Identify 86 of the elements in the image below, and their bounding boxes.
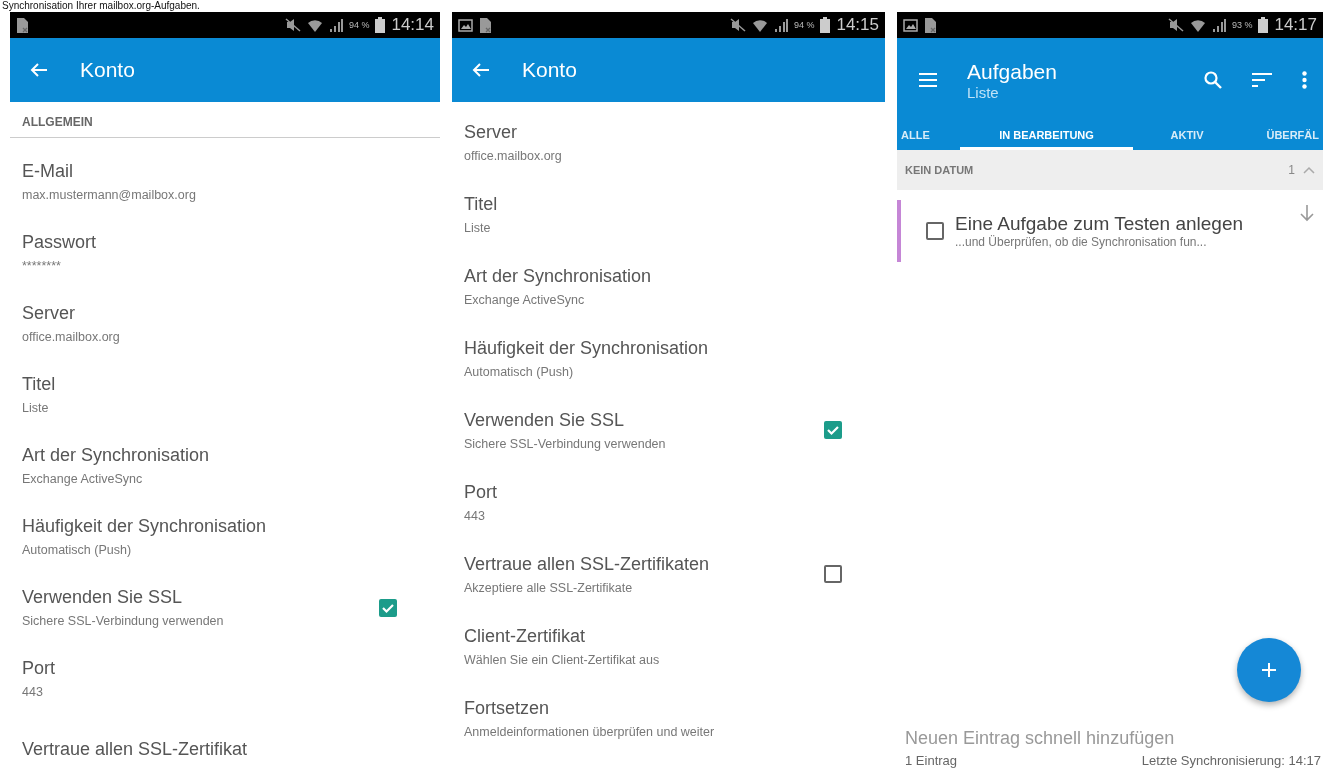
battery-icon bbox=[820, 17, 831, 33]
setting-title[interactable]: Vertraue allen SSL-Zertifikaten bbox=[464, 553, 813, 575]
setting-title[interactable]: Art der Synchronisation bbox=[22, 445, 428, 466]
setting-summary: Sichere SSL-Verbindung verwenden bbox=[464, 436, 667, 451]
setting-title[interactable]: Server bbox=[22, 303, 428, 324]
checkbox[interactable] bbox=[823, 420, 843, 440]
last-sync-time: Letzte Synchronisierung: 14:17 bbox=[1141, 753, 1321, 768]
setting-summary: 443 bbox=[22, 685, 44, 699]
checkbox[interactable] bbox=[925, 221, 945, 241]
wifi-icon bbox=[751, 17, 768, 33]
battery-percentage: 93 % bbox=[1231, 20, 1253, 30]
setting-title[interactable]: E-Mail bbox=[22, 161, 428, 182]
status-time: 14:17 bbox=[1274, 15, 1317, 35]
quick-add-field[interactable]: Neuen Eintrag schnell hinzufügen bbox=[897, 725, 1323, 751]
task-title[interactable]: Eine Aufgabe zum Testen anlegen bbox=[955, 213, 1289, 235]
add-button[interactable] bbox=[1237, 638, 1301, 702]
setting-title[interactable]: Titel bbox=[22, 374, 428, 395]
group-title: KEIN DATUM bbox=[905, 164, 975, 176]
group-header[interactable]: KEIN DATUM 1 bbox=[897, 150, 1323, 190]
setting-title[interactable]: Server bbox=[464, 121, 873, 143]
chevron-icon[interactable] bbox=[1303, 166, 1315, 174]
setting-title[interactable]: Port bbox=[464, 481, 873, 503]
setting-title[interactable]: Port bbox=[22, 658, 428, 679]
page-caption: Synchronisation Ihrer mailbox.org-Aufgaben. bbox=[1, 0, 201, 12]
status-time: 14:15 bbox=[836, 15, 879, 35]
sim-card-icon bbox=[479, 16, 492, 34]
setting-title[interactable]: Häufigkeit der Synchronisation bbox=[22, 516, 428, 537]
setting-title[interactable]: Titel bbox=[464, 193, 873, 215]
search-icon[interactable] bbox=[1204, 71, 1222, 89]
status-time: 14:14 bbox=[391, 15, 434, 35]
setting-summary: Akzeptiere alle SSL-Zertifikate bbox=[464, 580, 634, 595]
picture-icon bbox=[458, 18, 473, 32]
screen-title: Konto bbox=[522, 58, 577, 82]
checkbox[interactable] bbox=[378, 597, 398, 618]
group-count: 1 bbox=[1288, 163, 1295, 177]
section-header: ALLGEMEIN bbox=[10, 102, 440, 138]
setting-summary: Automatisch (Push) bbox=[464, 364, 575, 379]
entry-count: 1 Eintrag bbox=[905, 753, 958, 768]
sim-card-icon bbox=[16, 16, 29, 34]
wifi-icon bbox=[306, 17, 323, 33]
setting-title[interactable]: Häufigkeit der Synchronisation bbox=[464, 337, 873, 359]
battery-icon bbox=[375, 17, 386, 33]
setting-summary: office.mailbox.org bbox=[22, 330, 121, 344]
setting-summary: Anmeldeinformationen überprüfen und weiter bbox=[464, 724, 716, 739]
back-arrow-icon[interactable] bbox=[472, 62, 490, 78]
setting-summary: ******** bbox=[22, 259, 62, 273]
more-icon[interactable] bbox=[1302, 71, 1307, 89]
setting-title[interactable]: Passwort bbox=[22, 232, 428, 253]
setting-title[interactable]: Verwenden Sie SSL bbox=[22, 587, 368, 608]
signal-icon bbox=[328, 18, 343, 32]
signal-icon bbox=[773, 18, 788, 32]
checkbox[interactable] bbox=[823, 564, 843, 584]
battery-percentage: 94 % bbox=[348, 20, 370, 30]
setting-summary: Liste bbox=[464, 220, 492, 235]
mute-icon bbox=[729, 18, 746, 32]
sort-icon[interactable] bbox=[1252, 73, 1272, 87]
battery-percentage: 94 % bbox=[793, 20, 815, 30]
setting-title[interactable]: Client-Zertifikat bbox=[464, 625, 873, 647]
setting-summary: office.mailbox.org bbox=[464, 148, 563, 163]
setting-summary: Liste bbox=[22, 401, 50, 415]
down-arrow-icon[interactable] bbox=[1299, 204, 1315, 222]
screen-subtitle: Liste bbox=[967, 83, 1000, 101]
mute-icon bbox=[1167, 18, 1184, 32]
setting-title[interactable]: Fortsetzen bbox=[464, 697, 873, 719]
setting-summary: Sichere SSL-Verbindung verwenden bbox=[22, 614, 225, 628]
menu-icon[interactable] bbox=[919, 73, 937, 87]
setting-summary: Automatisch (Push) bbox=[22, 543, 133, 557]
back-arrow-icon[interactable] bbox=[30, 62, 48, 78]
battery-icon bbox=[1258, 17, 1269, 33]
mute-icon bbox=[284, 18, 301, 32]
screen-title: Aufgaben bbox=[967, 59, 1058, 84]
setting-summary: Wählen Sie ein Client-Zertifikat aus bbox=[464, 652, 661, 667]
setting-summary: Exchange ActiveSync bbox=[22, 472, 144, 486]
setting-title[interactable]: Verwenden Sie SSL bbox=[464, 409, 813, 431]
setting-title[interactable]: Vertraue allen SSL-Zertifikat bbox=[22, 739, 428, 760]
screen-title: Konto bbox=[80, 58, 135, 82]
setting-title[interactable]: Art der Synchronisation bbox=[464, 265, 873, 287]
setting-summary: max.mustermann@mailbox.org bbox=[22, 188, 197, 202]
setting-summary: Exchange ActiveSync bbox=[464, 292, 586, 307]
wifi-icon bbox=[1189, 17, 1206, 33]
picture-icon bbox=[903, 18, 918, 32]
task-description: ...und Überprüfen, ob die Synchronisation fun... bbox=[955, 235, 1208, 249]
sim-card-icon bbox=[924, 16, 937, 34]
plus-icon bbox=[1261, 662, 1277, 678]
setting-summary: 443 bbox=[464, 508, 486, 523]
signal-icon bbox=[1211, 18, 1226, 32]
